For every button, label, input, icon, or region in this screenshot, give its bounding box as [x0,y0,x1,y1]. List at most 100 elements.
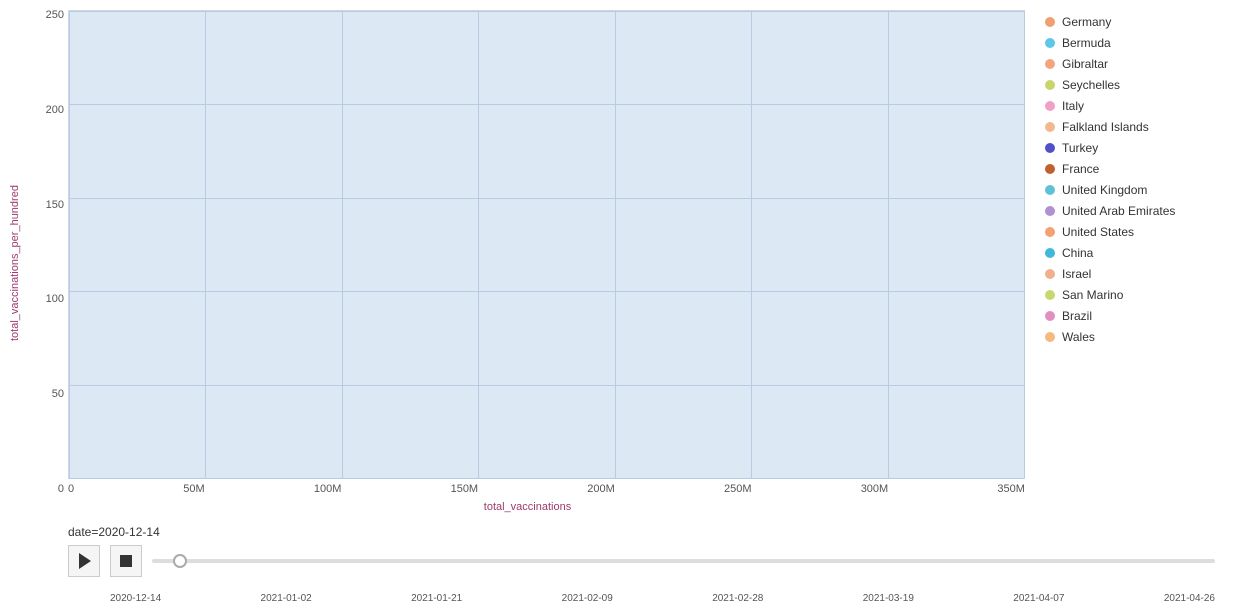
legend-dot-gibraltar [1045,59,1055,69]
grid-line-v-0 [69,11,70,478]
x-tick-150m: 150M [451,483,479,495]
legend-item-china: China [1045,246,1225,260]
stop-button[interactable] [110,545,142,577]
chart-frame: 250 200 150 100 50 0 [30,10,1025,517]
legend-label-gibraltar: Gibraltar [1062,57,1108,71]
grid-line-h-5 [69,478,1024,479]
grid-line-h-2 [69,198,1024,199]
legend-item-germany: Germany [1045,15,1225,29]
legend-dot-us [1045,227,1055,237]
y-tick-0: 0 [30,484,64,495]
legend-item-uk: United Kingdom [1045,183,1225,197]
date-label: date=2020-12-14 [68,525,1215,539]
legend-item-uae: United Arab Emirates [1045,204,1225,218]
legend-label-falkland: Falkland Islands [1062,120,1149,134]
legend-dot-uae [1045,206,1055,216]
legend-item-seychelles: Seychelles [1045,78,1225,92]
timeline-dates-row: 2020-12-14 2021-01-02 2021-01-21 2021-02… [68,591,1215,604]
legend-label-sanmarino: San Marino [1062,288,1123,302]
legend-label-israel: Israel [1062,267,1091,281]
legend-label-uae: United Arab Emirates [1062,204,1175,218]
legend-label-france: France [1062,162,1099,176]
grid-line-h-3 [69,291,1024,292]
legend-dot-seychelles [1045,80,1055,90]
legend-label-germany: Germany [1062,15,1111,29]
y-tick-200: 200 [30,105,64,116]
x-tick-100m: 100M [314,483,342,495]
grid-line-h-1 [69,104,1024,105]
grid-line-h-0 [69,11,1024,12]
x-tick-350m: 350M [997,483,1025,495]
timeline-date-4: 2021-02-28 [712,593,763,604]
stop-icon [120,555,132,567]
x-tick-50m: 50M [183,483,204,495]
timeline-date-1: 2021-01-02 [261,593,312,604]
y-axis-label: total_vaccinations_per_hundred [0,10,30,517]
timeline-date-3: 2021-02-09 [562,593,613,604]
x-tick-0: 0 [68,483,74,495]
y-tick-250: 250 [30,10,64,21]
main-container: total_vaccinations_per_hundred 250 200 1… [0,0,1235,614]
play-icon [79,553,91,569]
legend-label-wales: Wales [1062,330,1095,344]
grid-line-v-2 [342,11,343,478]
y-tick-150: 150 [30,200,64,211]
timeline-date-2: 2021-01-21 [411,593,462,604]
x-axis-ticks: 0 50M 100M 150M 200M 250M 300M 350M [68,479,1025,495]
chart-and-legend: 250 200 150 100 50 0 [30,10,1225,517]
legend-label-seychelles: Seychelles [1062,78,1120,92]
legend-dot-falkland [1045,122,1055,132]
legend-item-israel: Israel [1045,267,1225,281]
grid-line-h-4 [69,385,1024,386]
legend-item-us: United States [1045,225,1225,239]
grid-lines [69,11,1024,478]
playback-row [68,545,1215,577]
legend-dot-turkey [1045,143,1055,153]
grid-line-v-5 [751,11,752,478]
legend-dot-sanmarino [1045,290,1055,300]
legend-dot-china [1045,248,1055,258]
x-tick-250m: 250M [724,483,752,495]
legend-label-italy: Italy [1062,99,1084,113]
legend-label-us: United States [1062,225,1134,239]
tick-marks-svg [110,584,1215,589]
grid-line-v-1 [205,11,206,478]
legend-item-sanmarino: San Marino [1045,288,1225,302]
play-button[interactable] [68,545,100,577]
legend-dot-uk [1045,185,1055,195]
x-tick-300m: 300M [861,483,889,495]
legend-dot-brazil [1045,311,1055,321]
x-tick-200m: 200M [587,483,615,495]
grid-line-v-3 [478,11,479,478]
timeline-date-0: 2020-12-14 [110,593,161,604]
legend-item-falkland: Falkland Islands [1045,120,1225,134]
tick-marks [110,581,1215,589]
grid-line-v-4 [615,11,616,478]
legend-dot-italy [1045,101,1055,111]
timeline-date-7: 2021-04-26 [1164,593,1215,604]
timeline-slider-thumb[interactable] [173,554,187,568]
timeline-date-5: 2021-03-19 [863,593,914,604]
chart-with-axes: 250 200 150 100 50 0 [30,10,1225,517]
grid-line-v-7 [1024,11,1025,478]
chart-inner: 250 200 150 100 50 0 [30,10,1025,495]
legend-dot-wales [1045,332,1055,342]
legend-label-brazil: Brazil [1062,309,1092,323]
legend-item-gibraltar: Gibraltar [1045,57,1225,71]
legend-item-france: France [1045,162,1225,176]
y-tick-100: 100 [30,294,64,305]
legend-item-wales: Wales [1045,330,1225,344]
legend-item-bermuda: Bermuda [1045,36,1225,50]
y-tick-50: 50 [30,389,64,400]
controls-area: date=2020-12-14 2020-12-14 2021-01-02 2 [0,517,1225,604]
legend-label-bermuda: Bermuda [1062,36,1111,50]
plot-area [68,10,1025,479]
timeline-slider-track[interactable] [152,559,1215,563]
chart-area: total_vaccinations_per_hundred 250 200 1… [0,10,1225,517]
legend: Germany Bermuda Gibraltar Seychelles [1025,10,1225,517]
legend-dot-france [1045,164,1055,174]
timeline-date-6: 2021-04-07 [1013,593,1064,604]
legend-item-italy: Italy [1045,99,1225,113]
y-tick-labels: 250 200 150 100 50 0 [30,10,68,495]
legend-label-uk: United Kingdom [1062,183,1147,197]
